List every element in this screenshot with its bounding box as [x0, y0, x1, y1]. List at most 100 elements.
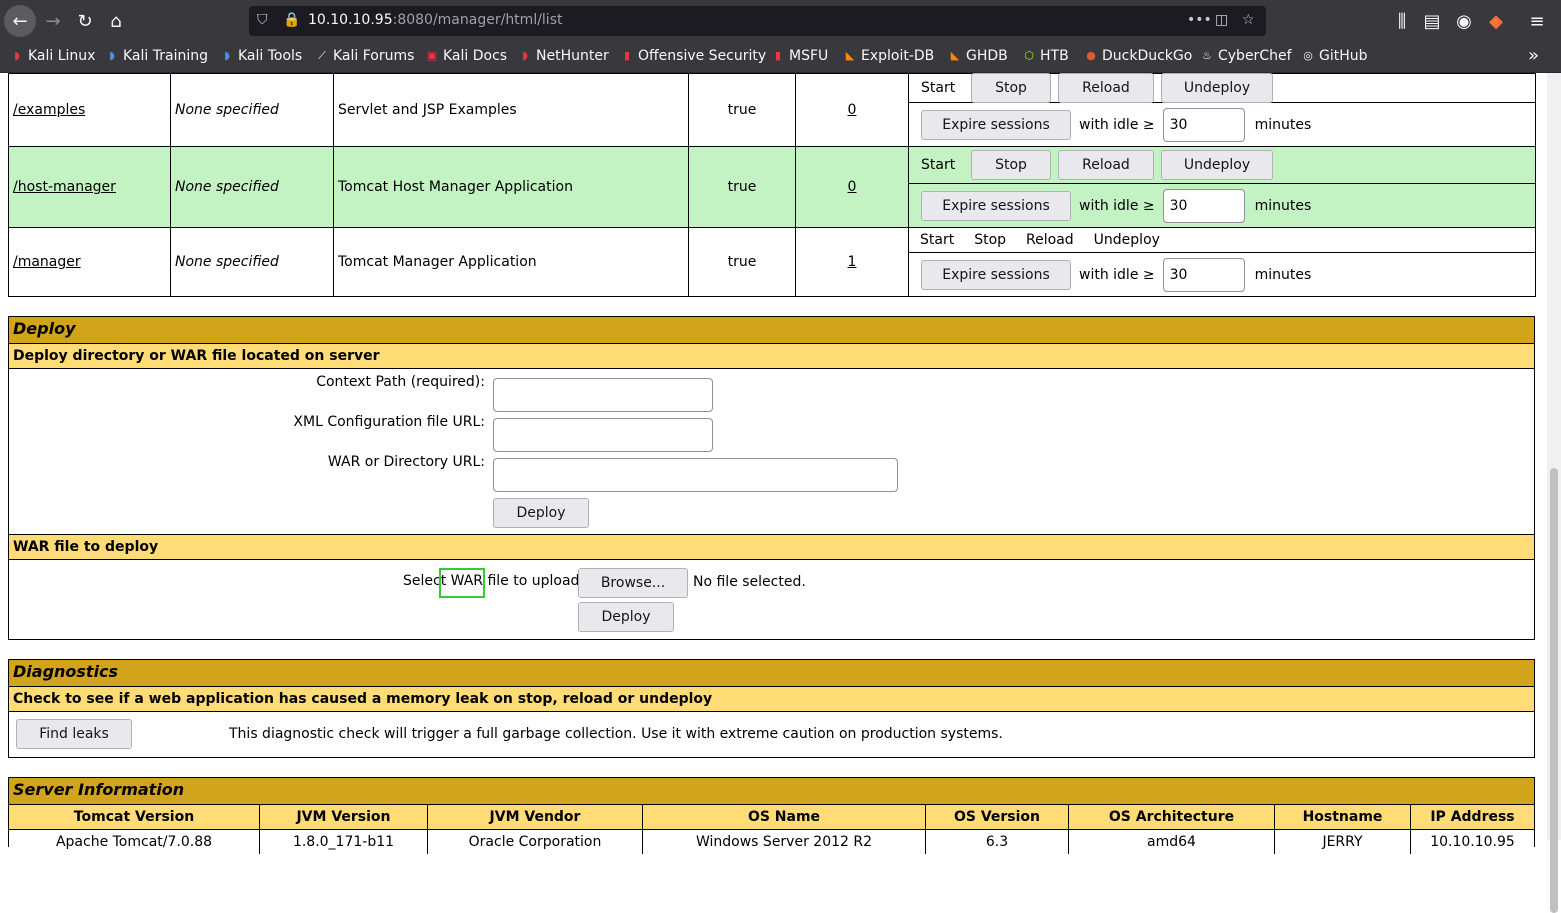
bookmark-exploit-db[interactable]: ◣ Exploit-DB: [843, 48, 935, 64]
menu-icon[interactable]: ≡: [1523, 7, 1551, 35]
app-version-cell: None specified: [170, 227, 334, 297]
header-tomcat-version: Tomcat Version: [9, 805, 260, 830]
idle-minutes-input[interactable]: [1162, 188, 1245, 223]
reload-button[interactable]: Reload: [1058, 150, 1154, 180]
minutes-label: minutes: [1254, 116, 1312, 133]
url-bar[interactable]: ⛉ 🔒 10.10.10.95:8080/manager/html/list •…: [249, 6, 1266, 36]
app-running-cell: true: [688, 227, 796, 297]
bookmark-label: GHDB: [966, 48, 1008, 64]
kali-icon: ◗: [14, 49, 20, 62]
with-idle-label: with idle ≥: [1079, 197, 1155, 214]
bookmark-kali-tools[interactable]: ◗ Kali Tools: [220, 48, 302, 64]
browse-button[interactable]: Browse...: [578, 568, 688, 598]
app-version-cell: None specified: [170, 146, 334, 228]
bookmark-nethunter[interactable]: ◗ NetHunter: [518, 48, 609, 64]
bookmark-kali-docs[interactable]: ▣ Kali Docs: [425, 48, 507, 64]
sidebar-icon[interactable]: ▤: [1418, 7, 1446, 35]
bookmark-label: CyberChef: [1218, 48, 1292, 64]
kali-tools-icon: ◗: [224, 49, 230, 62]
bookmark-duckduckgo[interactable]: ● DuckDuckGo: [1084, 48, 1192, 64]
stop-button[interactable]: Stop: [971, 73, 1051, 104]
bookmark-github[interactable]: ◎ GitHub: [1301, 48, 1367, 64]
app-path-link[interactable]: /examples: [13, 102, 85, 118]
idle-minutes-input[interactable]: [1162, 257, 1245, 292]
reload-icon[interactable]: ↻: [71, 7, 99, 35]
app-running-cell: true: [688, 73, 796, 147]
bookmark-kali-forums[interactable]: ⟋ Kali Forums: [315, 48, 414, 64]
deploy-server-subtitle: Deploy directory or WAR file located on …: [9, 344, 1534, 369]
header-jvm-vendor: JVM Vendor: [427, 805, 643, 830]
deploy-server-button[interactable]: Deploy: [493, 498, 589, 528]
server-info-section: Server Information Tomcat Version JVM Ve…: [8, 777, 1535, 854]
bookmark-cyberchef[interactable]: ♨ CyberChef: [1200, 48, 1292, 64]
undeploy-button[interactable]: Undeploy: [1161, 150, 1273, 180]
app-sessions-cell: 1: [795, 227, 909, 297]
app-running: true: [727, 102, 757, 118]
bookmark-label: Kali Docs: [443, 48, 508, 64]
kali-forums-icon: ⟋: [318, 49, 326, 62]
app-path-link[interactable]: /host-manager: [13, 179, 116, 195]
app-path-link[interactable]: /manager: [13, 254, 81, 270]
pocket-icon[interactable]: ◫: [1215, 12, 1228, 28]
bookmark-star-icon[interactable]: ☆: [1242, 12, 1255, 28]
header-os-version: OS Version: [925, 805, 1069, 830]
back-arrow-icon[interactable]: ←: [4, 5, 36, 37]
expire-sessions-button[interactable]: Expire sessions: [921, 259, 1071, 290]
start-label: Start: [921, 80, 956, 97]
bookmark-msfu[interactable]: ▮ MSFU: [771, 48, 828, 64]
app-row-manager: /manager None specified Tomcat Manager A…: [8, 227, 1536, 297]
expire-sessions-button[interactable]: Expire sessions: [921, 190, 1071, 221]
bookmark-offensive-security[interactable]: ▮ Offensive Security: [620, 48, 766, 64]
reload-label: Reload: [1026, 232, 1074, 248]
bookmark-label: Kali Training: [123, 48, 208, 64]
home-icon[interactable]: ⌂: [102, 7, 130, 35]
forward-arrow-icon[interactable]: →: [39, 7, 67, 35]
url-text: 10.10.10.95:8080/manager/html/list: [308, 12, 562, 28]
more-actions-icon[interactable]: •••: [1187, 12, 1212, 28]
context-path-label: Context Path (required):: [316, 374, 485, 390]
bookmarks-overflow-icon[interactable]: »: [1528, 45, 1539, 66]
library-icon[interactable]: ⫼: [1388, 7, 1416, 35]
app-sessions-link[interactable]: 0: [848, 179, 857, 195]
bookmark-kali-training[interactable]: ◗ Kali Training: [105, 48, 208, 64]
reload-button[interactable]: Reload: [1058, 73, 1154, 104]
bookmark-label: Kali Forums: [333, 48, 415, 64]
msfu-icon: ▮: [774, 49, 782, 62]
bookmark-ghdb[interactable]: ◣ GHDB: [948, 48, 1008, 64]
undeploy-button[interactable]: Undeploy: [1161, 73, 1273, 104]
value-jvm-version: 1.8.0_171-b11: [259, 829, 428, 854]
app-path-cell: /manager: [8, 227, 171, 297]
bookmarks-bar: ◗ Kali Linux ◗ Kali Training ◗ Kali Tools ⟋…: [0, 42, 1561, 73]
app-expire-cell: Expire sessions with idle ≥ minutes: [908, 102, 1536, 147]
browser-toolbar: ← → ↻ ⌂ ⛉ 🔒 10.10.10.95:8080/manager/htm…: [0, 0, 1561, 42]
app-version: None specified: [175, 102, 279, 118]
account-icon[interactable]: ◉: [1450, 7, 1478, 35]
app-sessions-link[interactable]: 0: [848, 102, 857, 118]
github-icon: ◎: [1303, 49, 1313, 62]
focus-highlight-box: [439, 568, 485, 598]
deploy-war-button[interactable]: Deploy: [578, 602, 674, 632]
with-idle-label: with idle ≥: [1079, 266, 1155, 283]
with-idle-label: with idle ≥: [1079, 116, 1155, 133]
app-display-name-cell: Tomcat Manager Application: [333, 227, 689, 297]
context-path-input[interactable]: [493, 378, 713, 412]
bookmark-kali-linux[interactable]: ◗ Kali Linux: [10, 48, 95, 64]
scrollbar-thumb[interactable]: [1550, 468, 1558, 913]
find-leaks-button[interactable]: Find leaks: [16, 719, 132, 749]
bookmark-htb[interactable]: ⬡ HTB: [1022, 48, 1069, 64]
diagnostics-subtitle: Check to see if a web application has ca…: [9, 687, 1534, 712]
undeploy-label: Undeploy: [1093, 232, 1160, 248]
expire-sessions-button[interactable]: Expire sessions: [921, 109, 1071, 140]
app-commands-cell: Start Stop Reload Undeploy: [908, 72, 1536, 104]
idle-minutes-input[interactable]: [1162, 107, 1245, 142]
kali-training-icon: ◗: [109, 49, 115, 62]
stop-button[interactable]: Stop: [971, 150, 1051, 180]
page-scrollbar[interactable]: [1547, 73, 1561, 913]
extension-icon[interactable]: ◆: [1482, 7, 1510, 35]
exploit-db-icon: ◣: [845, 49, 855, 62]
app-sessions-link[interactable]: 1: [848, 254, 857, 270]
xml-config-url-input[interactable]: [493, 418, 713, 452]
app-version-cell: None specified: [170, 73, 334, 147]
war-directory-url-input[interactable]: [493, 458, 898, 492]
bookmark-label: MSFU: [789, 48, 829, 64]
